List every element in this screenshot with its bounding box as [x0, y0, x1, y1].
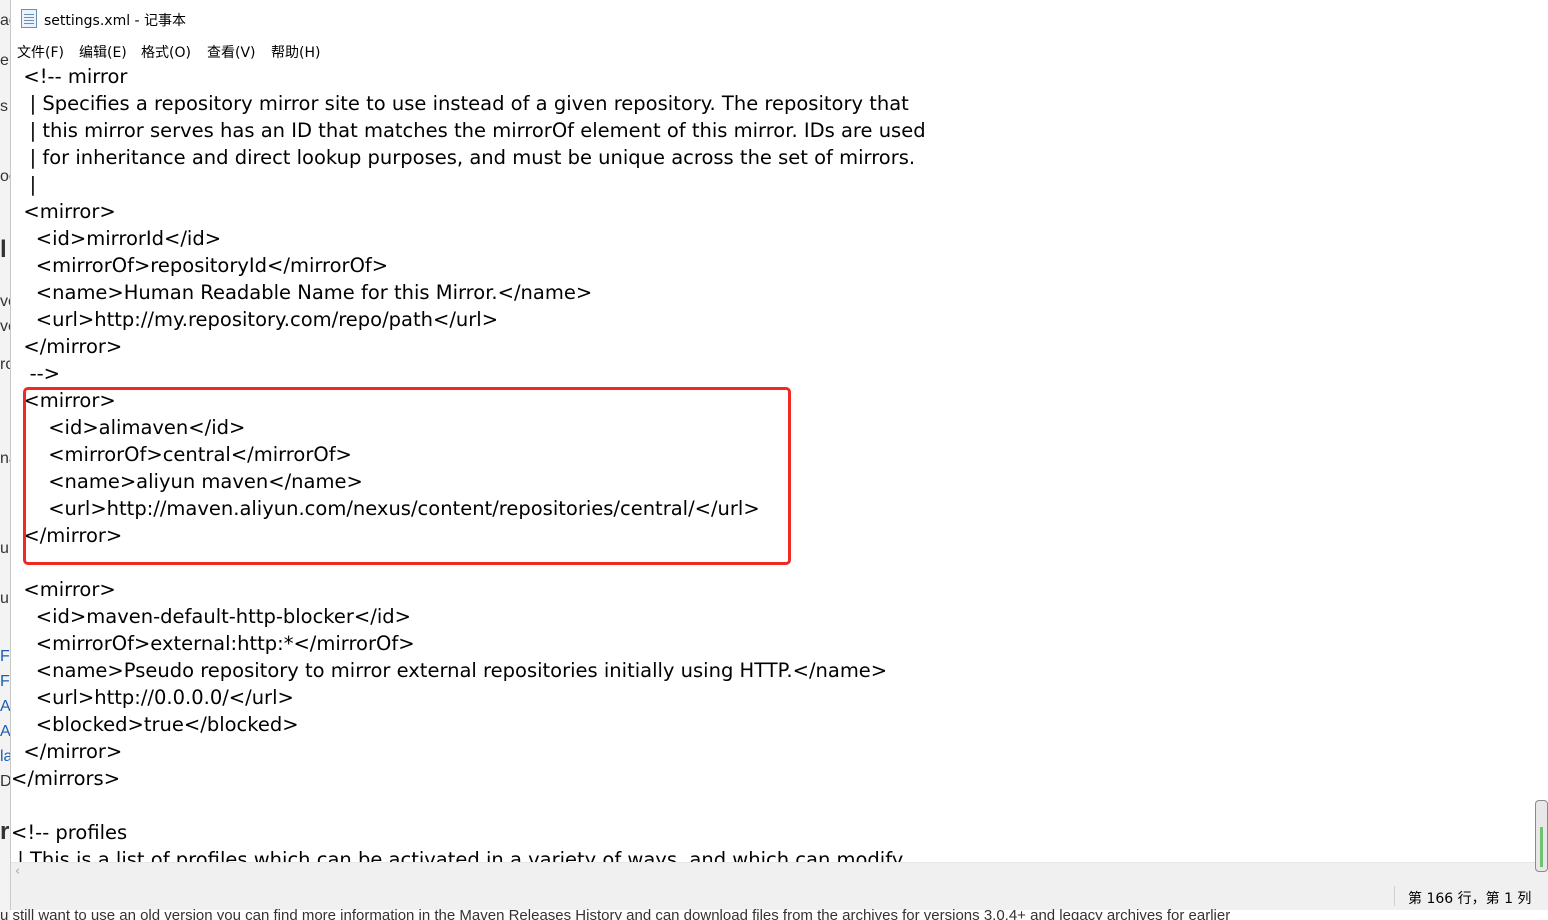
vertical-scrollbar[interactable] — [1532, 62, 1548, 862]
editor-line: <name>Human Readable Name for this Mirro… — [11, 281, 593, 304]
editor-line: <!-- mirror — [11, 65, 128, 88]
editor-line: | This is a list of profiles which can b… — [11, 848, 904, 862]
editor-line: | for inheritance and direct lookup purp… — [11, 146, 916, 169]
notepad-document-icon — [21, 9, 37, 28]
title-bar[interactable]: settings.xml - 记事本 — [11, 0, 1548, 38]
menu-format[interactable]: 格式(O) — [141, 42, 191, 62]
menu-help[interactable]: 帮助(H) — [271, 42, 320, 62]
editor-line: <url>http://0.0.0.0/</url> — [11, 686, 294, 709]
editor-line: <url>http://my.repository.com/repo/path<… — [11, 308, 499, 331]
status-divider — [1394, 886, 1395, 906]
highlight-annotation-box — [23, 387, 791, 565]
editor-line: | — [11, 173, 37, 196]
menu-file[interactable]: 文件(F) — [17, 42, 64, 62]
editor-line: </mirrors> — [11, 767, 121, 790]
window-title: settings.xml - 记事本 — [44, 13, 187, 29]
editor-line: <mirrorOf>repositoryId</mirrorOf> — [11, 254, 389, 277]
horizontal-scrollbar[interactable]: ‹ — [11, 862, 1548, 882]
menu-bar: 文件(F) 编辑(E) 格式(O) 查看(V) 帮助(H) — [11, 38, 1548, 62]
editor-line: <mirror> — [11, 578, 116, 601]
background-page-bottom-text: u still want to use an old version you c… — [0, 905, 1548, 920]
editor-line: <blocked>true</blocked> — [11, 713, 299, 736]
editor-line: | this mirror serves has an ID that matc… — [11, 119, 926, 142]
editor-line: </mirror> — [11, 740, 123, 763]
editor-line: <id>mirrorId</id> — [11, 227, 222, 250]
editor-line: <mirrorOf>external:http:*</mirrorOf> — [11, 632, 415, 655]
editor-line: <id>maven-default-http-blocker</id> — [11, 605, 411, 628]
editor-line: | Specifies a repository mirror site to … — [11, 92, 909, 115]
editor-line: --> — [11, 362, 61, 385]
background-page-edge: ad er s oe l ve ve ro na u u F F A A la … — [0, 0, 10, 920]
menu-view[interactable]: 查看(V) — [207, 42, 256, 62]
editor-line: <!-- profiles — [11, 821, 128, 844]
background-bottom-line: u still want to use an old version you c… — [0, 907, 1231, 920]
side-indicator-widget[interactable] — [1535, 800, 1548, 872]
editor-line: </mirror> — [11, 335, 123, 358]
editor-line: <mirror> — [11, 200, 116, 223]
notepad-window: settings.xml - 记事本 文件(F) 编辑(E) 格式(O) 查看(… — [10, 0, 1548, 910]
editor-line: <name>Pseudo repository to mirror extern… — [11, 659, 888, 682]
scroll-left-arrow-icon[interactable]: ‹ — [15, 864, 20, 879]
text-editor[interactable]: <!-- mirror | Specifies a repository mir… — [11, 62, 1548, 862]
menu-edit[interactable]: 编辑(E) — [79, 42, 127, 62]
